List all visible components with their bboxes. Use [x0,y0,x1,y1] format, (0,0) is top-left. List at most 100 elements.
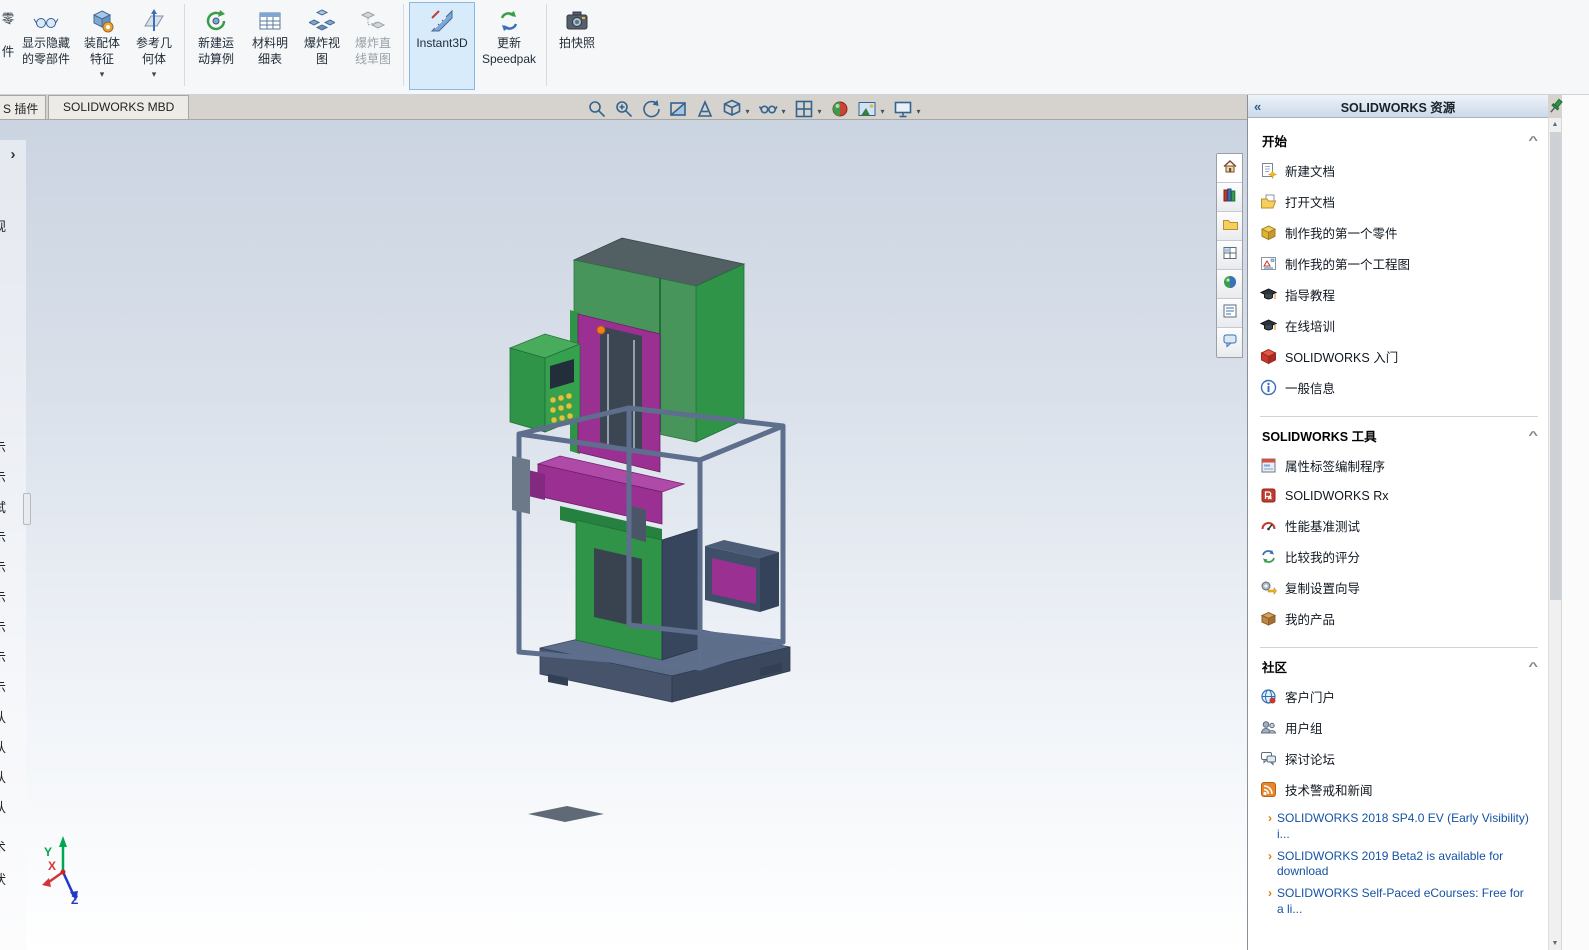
chevron-up-icon[interactable]: ^ [1528,430,1538,442]
tab-solidworks-forum[interactable] [1217,328,1242,357]
dropdown-caret-icon[interactable]: ▾ [914,107,923,116]
show-hidden-components-button[interactable]: 显示隐藏的零部件 [17,2,75,90]
item-label: 探讨论坛 [1285,749,1335,768]
instant3d-button[interactable]: Instant3D [409,2,475,90]
expand-panel-button[interactable]: › [5,148,21,164]
online-training-icon [1260,317,1277,334]
take-snapshot-button[interactable]: 拍快照 [552,2,602,90]
taskpane-item-user-groups[interactable]: 用户组 [1260,712,1538,743]
hide-show-glasses-icon [757,98,779,125]
taskpane-item-first-part[interactable]: 制作我的第一个零件 [1260,217,1538,248]
section-header[interactable]: 开始 ^ [1260,124,1538,155]
taskpane-item-first-drawing[interactable]: 制作我的第一个工程图 [1260,248,1538,279]
dropdown-caret-icon[interactable]: ▾ [743,107,752,116]
dropdown-caret-icon[interactable]: ▾ [152,70,157,79]
news-link[interactable]: › SOLIDWORKS 2018 SP4.0 EV (Early Visibi… [1268,811,1538,843]
taskpane-item-solidworks-rx[interactable]: SOLIDWORKS Rx [1260,481,1538,510]
toolbar-button-clipped[interactable]: 零 件 [0,2,16,90]
taskpane-item-tech-alerts-news[interactable]: 技术警戒和新闻 [1260,774,1538,805]
button-label: 爆炸视图 [301,36,343,67]
clipped-tree-label: 认 [0,767,15,786]
tab-custom-properties[interactable] [1217,299,1242,328]
edit-appearance-button[interactable] [828,99,852,124]
news-feed-list: › SOLIDWORKS 2018 SP4.0 EV (Early Visibi… [1268,811,1538,918]
item-label: 在线培训 [1285,316,1335,335]
taskpane-item-compare-scores[interactable]: 比较我的评分 [1260,541,1538,572]
scroll-up-arrow-icon[interactable]: ▲ [1549,118,1561,131]
news-link[interactable]: › SOLIDWORKS 2019 Beta2 is available for… [1268,849,1538,881]
button-label: 爆炸直线草图 [351,36,395,67]
button-label: 装配体特征 [80,36,124,67]
clipped-label-char: 零 [2,8,15,27]
bill-of-materials-button[interactable]: 材料明细表 [244,2,296,90]
item-label: SOLIDWORKS 入门 [1285,347,1398,366]
tab-appearances-scenes[interactable] [1217,270,1242,299]
bom-table-icon [257,6,283,36]
dropdown-caret-icon[interactable]: ▾ [779,107,788,116]
model-orange-marker [597,326,605,334]
previous-view-button[interactable] [639,99,663,124]
taskpane-item-discussion-forum[interactable]: 探讨论坛 [1260,743,1538,774]
taskpane-item-performance-benchmark[interactable]: 性能基准测试 [1260,510,1538,541]
taskpane-item-online-training[interactable]: 在线培训 [1260,310,1538,341]
news-link[interactable]: › SOLIDWORKS Self-Paced eCourses: Free f… [1268,886,1538,918]
toolbar-separator [184,4,185,86]
chevron-up-icon[interactable]: ^ [1528,661,1538,673]
news-link-text[interactable]: SOLIDWORKS Self-Paced eCourses: Free for… [1277,886,1529,918]
tab-solidworks-mbd[interactable]: SOLIDWORKS MBD [48,95,189,119]
section-header[interactable]: 社区 ^ [1260,650,1538,681]
chevron-up-icon[interactable]: ^ [1528,135,1538,147]
dropdown-caret-icon[interactable]: ▾ [878,107,887,116]
display-style-button[interactable]: ▾ [720,99,753,124]
tab-solidworks-addins[interactable]: S 插件 [0,95,46,119]
taskpane-item-my-products[interactable]: 我的产品 [1260,603,1538,634]
item-label: 制作我的第一个工程图 [1285,254,1410,273]
taskpane-item-solidworks-intro[interactable]: SOLIDWORKS 入门 [1260,341,1538,372]
collapse-panel-icon[interactable]: « [1254,99,1276,114]
taskpane-item-general-info[interactable]: 一般信息 [1260,372,1538,403]
view-settings-button[interactable]: ▾ [891,99,924,124]
assembly-model-3d[interactable]: Y X Z [0,120,1250,950]
reference-geometry-button[interactable]: 参考几何体 ▾ [129,2,179,90]
solidworks-rx-icon [1260,487,1277,504]
taskpane-item-open-document[interactable]: 打开文档 [1260,186,1538,217]
task-pane-scrollbar[interactable]: ▲ ▼ [1548,118,1561,950]
panel-splitter-handle[interactable] [23,493,31,525]
explode-line-sketch-button[interactable]: 爆炸直线草图 [348,2,398,90]
annotation-views-button[interactable] [693,99,717,124]
zoom-to-fit-button[interactable] [585,99,609,124]
zoom-to-area-button[interactable] [612,99,636,124]
dropdown-caret-icon[interactable]: ▾ [100,70,105,79]
tab-design-library[interactable] [1217,183,1242,212]
reference-geometry-icon [141,6,167,36]
news-link-text[interactable]: SOLIDWORKS 2018 SP4.0 EV (Early Visibili… [1277,811,1529,843]
clipped-label-char: 件 [2,41,15,60]
exploded-view-icon [309,6,335,36]
task-pane-pin-icon[interactable] [1549,98,1564,115]
scroll-down-arrow-icon[interactable]: ▼ [1549,937,1561,950]
dropdown-caret-icon[interactable]: ▾ [815,107,824,116]
news-link-text[interactable]: SOLIDWORKS 2019 Beta2 is available for d… [1277,849,1529,881]
clipped-tree-label: 示 [0,647,15,666]
taskpane-item-copy-settings-wizard[interactable]: 复制设置向导 [1260,572,1538,603]
view-orientation-button[interactable]: ▾ [792,99,825,124]
item-label: 复制设置向导 [1285,578,1360,597]
button-label: 更新 Speedpak [480,36,538,67]
taskpane-item-new-document[interactable]: 新建文档 [1260,155,1538,186]
section-view-button[interactable] [666,99,690,124]
update-speedpak-button[interactable]: 更新 Speedpak [477,2,541,90]
new-motion-study-button[interactable]: 新建运动算例 [190,2,242,90]
tab-solidworks-resources[interactable] [1217,154,1242,183]
taskpane-item-tutorials[interactable]: 指导教程 [1260,279,1538,310]
section-header[interactable]: SOLIDWORKS 工具 ^ [1260,419,1538,450]
taskpane-item-property-tab-builder[interactable]: 属性标签编制程序 [1260,450,1538,481]
tab-view-palette[interactable] [1217,241,1242,270]
tab-file-explorer[interactable] [1217,212,1242,241]
clipped-tree-label: 认 [0,737,15,756]
assembly-features-button[interactable]: 装配体特征 ▾ [77,2,127,90]
hide-show-items-button[interactable]: ▾ [756,99,789,124]
scrollbar-thumb[interactable] [1550,132,1561,600]
apply-scene-button[interactable]: ▾ [855,99,888,124]
taskpane-item-customer-portal[interactable]: 客户门户 [1260,681,1538,712]
exploded-view-button[interactable]: 爆炸视图 [298,2,346,90]
